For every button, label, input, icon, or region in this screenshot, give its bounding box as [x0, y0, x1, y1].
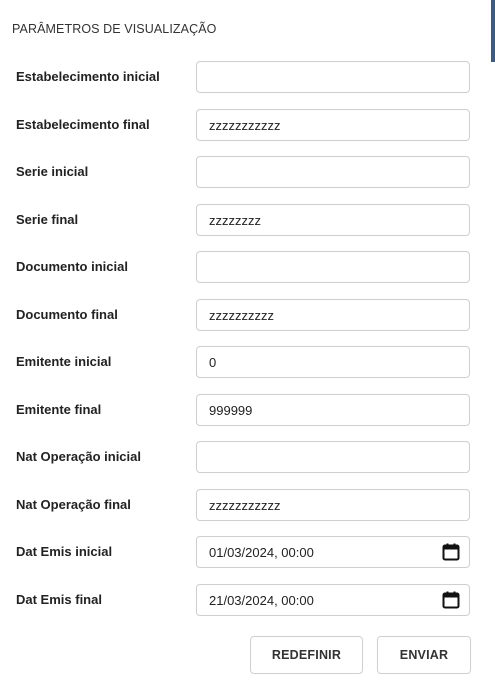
dat-emis-final-input[interactable]: [196, 584, 470, 616]
documento-inicial-input[interactable]: [196, 251, 470, 283]
form-row-serie-inicial: Serie inicial: [0, 156, 495, 188]
form-row-nat-operacao-inicial: Nat Operação inicial: [0, 441, 495, 473]
dat-emis-inicial-picker: [196, 536, 470, 568]
form-row-emitente-inicial: Emitente inicial: [0, 346, 495, 378]
form-row-emitente-final: Emitente final: [0, 394, 495, 426]
form-row-serie-final: Serie final: [0, 204, 495, 236]
field-label: Dat Emis inicial: [16, 544, 113, 559]
nat-operacao-final-input[interactable]: [196, 489, 470, 521]
field-label: Estabelecimento final: [16, 117, 150, 132]
emitente-final-input[interactable]: [196, 394, 470, 426]
field-label: Serie final: [16, 212, 79, 227]
estabelecimento-inicial-input[interactable]: [196, 61, 470, 93]
serie-inicial-input[interactable]: [196, 156, 470, 188]
form-row-documento-inicial: Documento inicial: [0, 251, 495, 283]
form-row-documento-final: Documento final: [0, 299, 495, 331]
calendar-icon[interactable]: [442, 591, 460, 609]
form-row-estabelecimento-inicial: Estabelecimento inicial: [0, 61, 495, 93]
form-row-dat-emis-inicial: Dat Emis inicial: [0, 536, 495, 568]
field-label: Documento final: [16, 307, 118, 322]
reset-button[interactable]: REDEFINIR: [250, 636, 363, 674]
documento-final-input[interactable]: [196, 299, 470, 331]
field-label: Emitente inicial: [16, 354, 112, 369]
field-label: Nat Operação final: [16, 497, 131, 512]
panel-title: PARÂMETROS DE VISUALIZAÇÃO: [12, 22, 217, 36]
field-label: Documento inicial: [16, 259, 128, 274]
field-label: Dat Emis final: [16, 592, 102, 607]
field-label: Nat Operação inicial: [16, 449, 141, 464]
dat-emis-inicial-input[interactable]: [196, 536, 470, 568]
estabelecimento-final-input[interactable]: [196, 109, 470, 141]
serie-final-input[interactable]: [196, 204, 470, 236]
form-row-nat-operacao-final: Nat Operação final: [0, 489, 495, 521]
dat-emis-final-picker: [196, 584, 470, 616]
field-label: Emitente final: [16, 402, 102, 417]
submit-button[interactable]: ENVIAR: [377, 636, 471, 674]
field-label: Estabelecimento inicial: [16, 69, 160, 84]
scroll-indicator[interactable]: [491, 0, 495, 62]
field-label: Serie inicial: [16, 164, 89, 179]
nat-operacao-inicial-input[interactable]: [196, 441, 470, 473]
emitente-inicial-input[interactable]: [196, 346, 470, 378]
form-row-estabelecimento-final: Estabelecimento final: [0, 109, 495, 141]
form-row-dat-emis-final: Dat Emis final: [0, 584, 495, 616]
calendar-icon[interactable]: [442, 543, 460, 561]
